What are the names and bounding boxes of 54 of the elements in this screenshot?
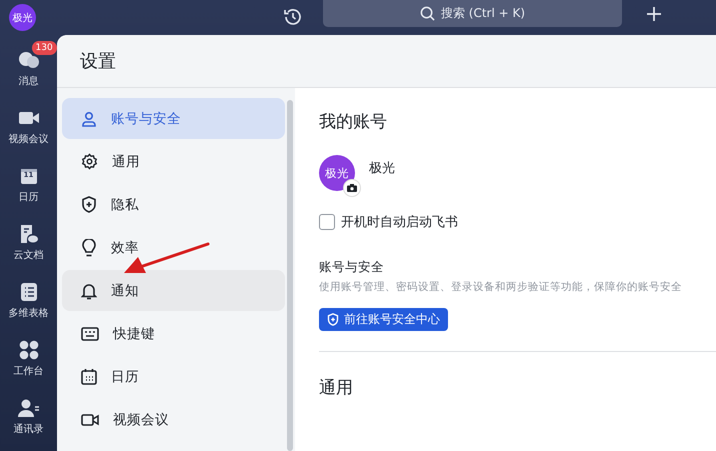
nav-label: 多维表格 xyxy=(8,306,48,320)
nav-item[interactable]: 视频会议 xyxy=(0,97,57,155)
calendar-icon xyxy=(81,368,97,384)
settings-menu-item[interactable]: 日历 xyxy=(62,356,285,397)
nav-item[interactable]: 工作台 xyxy=(0,329,57,387)
nav-label: 消息 xyxy=(18,74,38,88)
keyboard-icon xyxy=(81,326,99,340)
checkbox-label: 开机时自动启动飞书 xyxy=(341,214,458,231)
subsection-description: 使用账号管理、密码设置、登录设备和两步验证等功能，保障你的账号安全 xyxy=(319,280,682,294)
user-name: 极光 xyxy=(369,160,395,177)
scrollbar[interactable] xyxy=(287,100,293,451)
nav-item[interactable]: 130 消息 xyxy=(0,39,57,97)
nav-label: 工作台 xyxy=(14,364,44,378)
unread-badge: 130 xyxy=(32,40,57,54)
settings-menu-item[interactable]: 视频会议 xyxy=(62,399,285,440)
video-camera-icon xyxy=(18,110,40,126)
security-center-button[interactable]: 前往账号安全中心 xyxy=(319,308,448,331)
camera-icon[interactable] xyxy=(343,179,361,197)
search-field[interactable]: 搜索 (Ctrl + K) xyxy=(323,0,622,27)
calendar-icon xyxy=(20,166,38,184)
nav-item[interactable]: 云文档 xyxy=(0,213,57,271)
settings-menu-item[interactable]: 隐私 xyxy=(62,184,285,225)
subsection-title: 账号与安全 xyxy=(319,259,384,276)
person-icon xyxy=(81,110,97,126)
settings-menu-item[interactable]: 通知 xyxy=(62,270,285,311)
section-heading: 我的账号 xyxy=(319,111,387,133)
table-icon xyxy=(20,282,38,302)
nav-label: 日历 xyxy=(18,190,38,204)
settings-menu-item[interactable]: 效率 xyxy=(62,227,285,268)
user-avatar[interactable]: 极光 xyxy=(9,4,36,31)
shield-plus-icon xyxy=(327,313,339,326)
bell-icon xyxy=(81,282,97,300)
add-button[interactable] xyxy=(645,5,663,23)
lightbulb-icon xyxy=(81,238,97,256)
chat-bubbles-icon xyxy=(18,50,40,70)
section-heading: 通用 xyxy=(319,377,353,399)
settings-icon xyxy=(81,153,98,170)
nav-item[interactable]: 多维表格 xyxy=(0,271,57,329)
settings-menu-item[interactable]: 快捷键 xyxy=(62,313,285,354)
shield-plus-icon xyxy=(81,196,97,213)
nav-label: 云文档 xyxy=(14,248,44,262)
settings-menu-item[interactable]: 通用 xyxy=(62,141,285,182)
contacts-icon xyxy=(18,398,40,418)
settings-menu-item[interactable]: 账号与安全 xyxy=(62,98,285,139)
document-cloud-icon xyxy=(18,224,38,244)
nav-item[interactable]: 通讯录 xyxy=(0,387,57,445)
search-icon xyxy=(420,6,435,21)
profile-avatar[interactable]: 极光 xyxy=(319,155,355,191)
apps-grid-icon xyxy=(18,340,38,360)
video-camera-icon xyxy=(81,412,99,426)
nav-label: 通讯录 xyxy=(14,422,44,436)
checkbox[interactable] xyxy=(319,214,335,230)
settings-title: 设置 xyxy=(57,35,716,88)
nav-label: 视频会议 xyxy=(8,132,48,146)
